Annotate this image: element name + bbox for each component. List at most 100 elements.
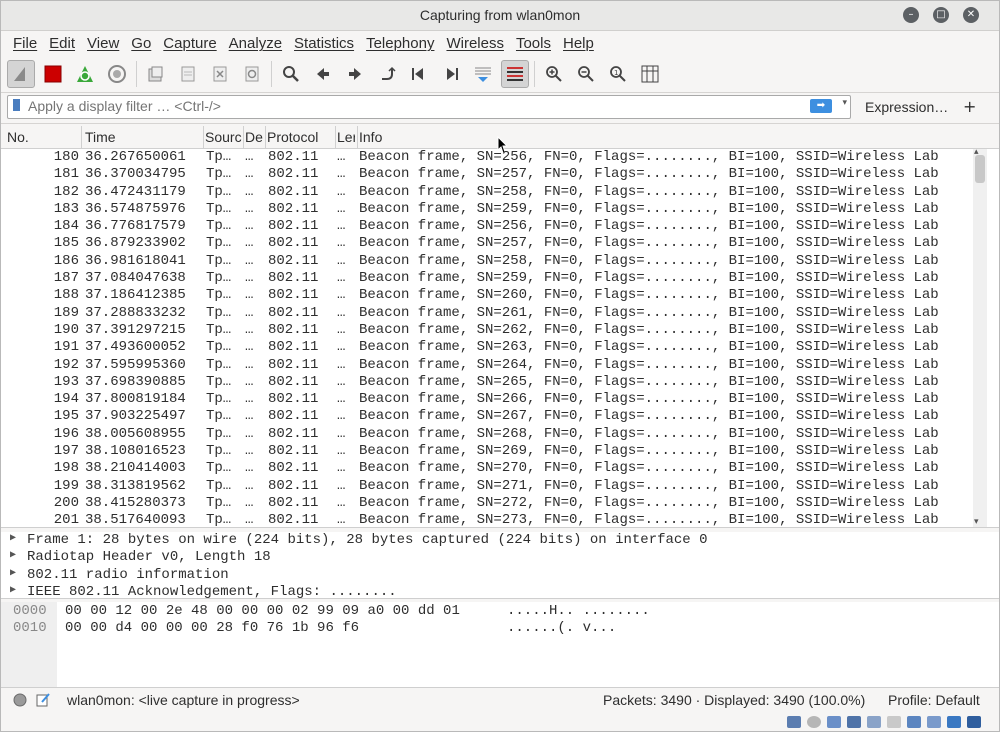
column-header-time[interactable]: Time	[85, 129, 201, 145]
scroll-down-icon[interactable]: ▾	[974, 517, 979, 527]
column-header-source[interactable]: Sourc	[205, 129, 243, 145]
menu-capture[interactable]: Capture	[157, 35, 222, 52]
table-row[interactable]: 192 37.595995360 Tp… … 802.11 … Beacon frame, …	[1, 357, 973, 374]
reload-icon[interactable]	[238, 60, 266, 88]
cpu-icon[interactable]	[947, 716, 961, 728]
menu-telephony[interactable]: Telephony	[360, 35, 440, 52]
table-row[interactable]: 182 36.472431179 Tp… … 802.11 … Beacon frame, …	[1, 184, 973, 201]
autoscroll-icon[interactable]	[469, 60, 497, 88]
display-icon[interactable]	[847, 716, 861, 728]
network-icon[interactable]	[787, 716, 801, 728]
keyboard-icon[interactable]	[967, 716, 981, 728]
goto-packet-icon[interactable]	[373, 60, 401, 88]
table-row[interactable]: 193 37.698390885 Tp… … 802.11 … Beacon frame, …	[1, 374, 973, 391]
maximize-icon[interactable]: □	[933, 7, 949, 23]
table-row[interactable]: 195 37.903225497 Tp… … 802.11 … Beacon frame, …	[1, 408, 973, 425]
packet-list-scrollbar[interactable]: ▴ ▾	[973, 147, 987, 527]
last-packet-icon[interactable]	[437, 60, 465, 88]
menu-statistics[interactable]: Statistics	[288, 35, 360, 52]
resize-columns-icon[interactable]	[636, 60, 664, 88]
menu-tools[interactable]: Tools	[510, 35, 557, 52]
table-row[interactable]: 196 38.005608955 Tp… … 802.11 … Beacon frame, …	[1, 426, 973, 443]
apply-filter-arrow-icon[interactable]: ➡	[810, 99, 832, 113]
menu-edit[interactable]: Edit	[43, 35, 81, 52]
menu-view[interactable]: View	[81, 35, 125, 52]
table-row[interactable]: 199 38.313819562 Tp… … 802.11 … Beacon frame, …	[1, 478, 973, 495]
packet-proto-cell: 802.11	[268, 304, 319, 321]
display-filter-input[interactable]	[28, 97, 808, 115]
shared-folder-icon[interactable]	[887, 716, 901, 728]
column-header-protocol[interactable]: Protocol	[267, 129, 333, 145]
packet-dst-cell: …	[245, 443, 254, 460]
restart-icon[interactable]	[71, 60, 99, 88]
menu-wireless[interactable]: Wireless	[440, 35, 510, 52]
expand-arrow-icon[interactable]: ▶	[10, 549, 16, 561]
menu-go[interactable]: Go	[125, 35, 157, 52]
add-filter-button[interactable]: +	[963, 97, 976, 116]
close-icon[interactable]: ✕	[963, 7, 979, 23]
open-file-icon[interactable]	[142, 60, 170, 88]
table-row[interactable]: 186 36.981618041 Tp… … 802.11 … Beacon frame, …	[1, 253, 973, 270]
byte-hex[interactable]: 00 00 12 00 2e 48 00 00 00 02 99 09 a0 0…	[65, 603, 460, 620]
byte-ascii[interactable]: ......(. v...	[507, 620, 616, 637]
menu-file[interactable]: File	[7, 35, 43, 52]
back-icon[interactable]	[309, 60, 337, 88]
detail-row[interactable]: ▶ Frame 1: 28 bytes on wire (224 bits), …	[1, 532, 999, 549]
menu-help[interactable]: Help	[557, 35, 600, 52]
stop-icon[interactable]	[39, 60, 67, 88]
table-row[interactable]: 181 36.370034795 Tp… … 802.11 … Beacon frame, …	[1, 166, 973, 183]
expert-info-icon[interactable]	[13, 693, 27, 707]
expand-arrow-icon[interactable]: ▶	[10, 567, 16, 579]
table-row[interactable]: 185 36.879233902 Tp… … 802.11 … Beacon frame, …	[1, 235, 973, 252]
table-row[interactable]: 183 36.574875976 Tp… … 802.11 … Beacon frame, …	[1, 201, 973, 218]
table-row[interactable]: 201 38.517640093 Tp… … 802.11 … Beacon frame, …	[1, 512, 973, 527]
column-header-destination[interactable]: De	[245, 129, 263, 145]
table-row[interactable]: 190 37.391297215 Tp… … 802.11 … Beacon frame, …	[1, 322, 973, 339]
byte-ascii[interactable]: .....H.. ........	[507, 603, 650, 620]
chevron-down-icon[interactable]: ▾	[842, 98, 847, 108]
column-header-info[interactable]: Info	[359, 129, 559, 145]
detail-row[interactable]: ▶ Radiotap Header v0, Length 18	[1, 549, 999, 566]
column-header-no[interactable]: No.	[7, 129, 79, 145]
detail-row[interactable]: ▶ IEEE 802.11 Acknowledgement, Flags: ..…	[1, 584, 999, 598]
detail-row[interactable]: ▶ 802.11 radio information	[1, 567, 999, 584]
audio-icon[interactable]	[827, 716, 841, 728]
usb-icon[interactable]	[867, 716, 881, 728]
expand-arrow-icon[interactable]: ▶	[10, 532, 16, 544]
bookmark-icon[interactable]	[13, 99, 20, 111]
minimize-icon[interactable]: –	[903, 7, 919, 23]
table-row[interactable]: 197 38.108016523 Tp… … 802.11 … Beacon frame, …	[1, 443, 973, 460]
zoom-out-icon[interactable]	[572, 60, 600, 88]
table-row[interactable]: 188 37.186412385 Tp… … 802.11 … Beacon frame, …	[1, 287, 973, 304]
screen-icon[interactable]	[907, 716, 921, 728]
shark-fin-icon[interactable]	[7, 60, 35, 88]
save-file-icon[interactable]	[174, 60, 202, 88]
scrollbar-thumb[interactable]	[975, 155, 985, 183]
table-row[interactable]: 194 37.800819184 Tp… … 802.11 … Beacon frame, …	[1, 391, 973, 408]
edit-comment-icon[interactable]	[35, 692, 51, 708]
table-row[interactable]: 187 37.084047638 Tp… … 802.11 … Beacon frame, …	[1, 270, 973, 287]
forward-icon[interactable]	[341, 60, 369, 88]
profile-text[interactable]: Profile: Default	[888, 692, 980, 708]
table-row[interactable]: 200 38.415280373 Tp… … 802.11 … Beacon frame, …	[1, 495, 973, 512]
byte-hex[interactable]: 00 00 d4 00 00 00 28 f0 76 1b 96 f6	[65, 620, 359, 637]
colorize-icon[interactable]	[501, 60, 529, 88]
expression-button[interactable]: Expression…	[865, 99, 948, 115]
table-row[interactable]: 189 37.288833232 Tp… … 802.11 … Beacon frame, …	[1, 305, 973, 322]
table-row[interactable]: 184 36.776817579 Tp… … 802.11 … Beacon frame, …	[1, 218, 973, 235]
close-file-icon[interactable]	[206, 60, 234, 88]
options-gear-icon[interactable]	[103, 60, 131, 88]
first-packet-icon[interactable]	[405, 60, 433, 88]
table-row[interactable]: 180 36.267650061 Tp… … 802.11 … Beacon frame, …	[1, 149, 973, 166]
table-row[interactable]: 191 37.493600052 Tp… … 802.11 … Beacon frame, …	[1, 339, 973, 356]
scroll-up-icon[interactable]: ▴	[974, 147, 979, 157]
expand-arrow-icon[interactable]: ▶	[10, 584, 16, 596]
optical-drive-icon[interactable]	[807, 716, 821, 728]
table-row[interactable]: 198 38.210414003 Tp… … 802.11 … Beacon frame, …	[1, 460, 973, 477]
zoom-normal-icon[interactable]: 1	[604, 60, 632, 88]
column-header-length[interactable]: Ler	[337, 129, 355, 145]
find-icon[interactable]	[277, 60, 305, 88]
menu-analyze[interactable]: Analyze	[223, 35, 288, 52]
recording-icon[interactable]	[927, 716, 941, 728]
zoom-in-icon[interactable]	[540, 60, 568, 88]
